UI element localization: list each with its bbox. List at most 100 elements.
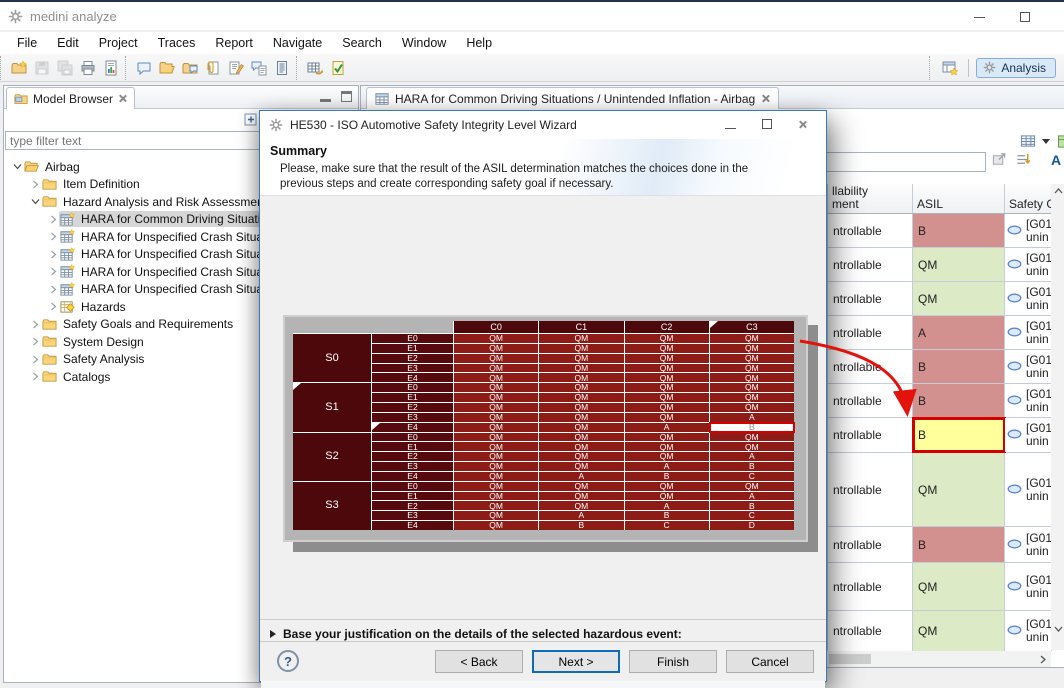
view-minimize-icon[interactable] — [320, 91, 331, 102]
chevron-right-icon[interactable] — [30, 372, 41, 381]
chevron-right-icon[interactable] — [30, 180, 41, 189]
hazard-row[interactable]: ntrollableQM[G01unin — [828, 282, 1051, 316]
asil-cell[interactable]: B — [913, 527, 1005, 562]
matrix-exposure-s2-e3[interactable]: E3 — [372, 462, 453, 471]
matrix-value-cell[interactable]: QM — [454, 511, 538, 520]
print-icon[interactable] — [76, 57, 99, 78]
matrix-exposure-s3-e1[interactable]: E1 — [372, 492, 453, 501]
matrix-exposure-s0-e1[interactable]: E1 — [372, 344, 453, 353]
dialog-minimize-button[interactable] — [725, 118, 736, 132]
matrix-exposure-s2-e1[interactable]: E1 — [372, 442, 453, 451]
matrix-value-cell[interactable]: QM — [539, 364, 623, 373]
scroll-right-icon[interactable] — [1035, 655, 1051, 664]
safety-goal-cell[interactable]: [G01unin — [1005, 418, 1052, 452]
matrix-value-cell[interactable]: QM — [539, 373, 623, 382]
matrix-value-cell[interactable]: B — [625, 472, 709, 481]
matrix-exposure-s0-e4[interactable]: E4 — [372, 373, 453, 382]
matrix-value-cell[interactable]: QM — [539, 452, 623, 461]
asil-cell[interactable]: QM — [913, 248, 1005, 281]
matrix-value-cell[interactable]: QM — [539, 413, 623, 422]
menu-file[interactable]: File — [7, 33, 47, 53]
safety-goal-cell[interactable]: [G01unin — [1005, 316, 1052, 349]
matrix-exposure-s2-e4[interactable]: E4 — [372, 472, 453, 481]
controllability-cell[interactable]: ntrollable — [828, 248, 913, 281]
controllability-cell[interactable]: ntrollable — [828, 527, 913, 562]
safety-goal-cell[interactable]: [G01unin — [1005, 282, 1052, 315]
matrix-value-cell[interactable]: QM — [539, 462, 623, 471]
menu-report[interactable]: Report — [205, 33, 263, 53]
matrix-value-cell[interactable]: QM — [625, 364, 709, 373]
matrix-value-cell[interactable]: QM — [539, 344, 623, 353]
matrix-exposure-s3-e2[interactable]: E2 — [372, 501, 453, 510]
column-header-controllability[interactable]: llabilityment — [828, 184, 913, 213]
menu-traces[interactable]: Traces — [148, 33, 206, 53]
attachment-icon[interactable] — [201, 57, 224, 78]
scroll-down-icon[interactable] — [1051, 622, 1064, 636]
matrix-value-cell[interactable]: QM — [710, 403, 794, 412]
controllability-cell[interactable]: ntrollable — [828, 563, 913, 610]
matrix-exposure-s1-e0[interactable]: E0 — [372, 383, 453, 392]
matrix-value-cell[interactable]: QM — [625, 433, 709, 442]
matrix-row-group-s0[interactable]: S0 — [293, 334, 371, 382]
matrix-exposure-s3-e3[interactable]: E3 — [372, 511, 453, 520]
matrix-value-cell[interactable]: QM — [710, 442, 794, 451]
matrix-value-cell[interactable]: QM — [710, 334, 794, 343]
dialog-maximize-button[interactable] — [762, 118, 772, 132]
asil-cell[interactable]: QM — [913, 453, 1005, 526]
matrix-value-cell[interactable]: QM — [710, 482, 794, 491]
matrix-value-cell[interactable]: QM — [454, 442, 538, 451]
matrix-exposure-s3-e4[interactable]: E4 — [372, 521, 453, 530]
matrix-value-cell[interactable]: QM — [539, 423, 623, 432]
matrix-value-cell[interactable]: QM — [710, 364, 794, 373]
matrix-value-cell[interactable]: QM — [454, 482, 538, 491]
matrix-value-cell[interactable]: A — [539, 472, 623, 481]
matrix-value-cell[interactable]: C — [710, 511, 794, 520]
controllability-cell[interactable]: ntrollable — [828, 418, 913, 452]
matrix-value-cell[interactable]: A — [710, 413, 794, 422]
asil-cell[interactable]: QM — [913, 563, 1005, 610]
matrix-value-cell[interactable]: QM — [454, 383, 538, 392]
asil-cell[interactable]: QM — [913, 611, 1005, 651]
matrix-value-cell[interactable]: QM — [454, 521, 538, 530]
matrix-value-cell[interactable]: D — [710, 521, 794, 530]
matrix-row-group-s1[interactable]: S1 — [293, 383, 371, 431]
matrix-exposure-s0-e3[interactable]: E3 — [372, 364, 453, 373]
asil-cell[interactable]: A — [913, 316, 1005, 349]
hazard-row[interactable]: ntrollableB[G01unin — [828, 214, 1051, 248]
menu-help[interactable]: Help — [456, 33, 502, 53]
matrix-col-header-c3[interactable]: C3 — [710, 321, 794, 333]
matrix-value-cell[interactable]: A — [625, 462, 709, 471]
matrix-value-cell[interactable]: B — [539, 521, 623, 530]
matrix-value-cell[interactable]: B — [710, 462, 794, 471]
matrix-value-cell[interactable]: QM — [625, 403, 709, 412]
hazard-row[interactable]: ntrollableB[G01unin — [828, 350, 1051, 384]
matrix-exposure-s3-e0[interactable]: E0 — [372, 482, 453, 491]
matrix-row-group-s3[interactable]: S3 — [293, 482, 371, 530]
matrix-value-cell[interactable]: B — [710, 501, 794, 510]
matrix-value-cell[interactable]: QM — [454, 334, 538, 343]
matrix-value-cell[interactable]: QM — [454, 403, 538, 412]
export-icon[interactable] — [991, 152, 1007, 167]
matrix-value-cell[interactable]: QM — [454, 354, 538, 363]
menu-search[interactable]: Search — [332, 33, 392, 53]
edit-assessment-icon[interactable] — [224, 57, 247, 78]
hazard-row[interactable]: ntrollableQM[G01unin — [828, 563, 1051, 611]
hazard-row[interactable]: ntrollableQM[G01unin — [828, 453, 1051, 527]
matrix-exposure-s0-e2[interactable]: E2 — [372, 354, 453, 363]
hazard-row[interactable]: ntrollableB[G01unin — [828, 418, 1051, 453]
matrix-value-cell[interactable]: QM — [539, 334, 623, 343]
clipped-toolbar-icon[interactable] — [1057, 134, 1064, 150]
close-tab-icon[interactable] — [118, 94, 127, 103]
asil-cell[interactable]: QM — [913, 282, 1005, 315]
controllability-cell[interactable]: ntrollable — [828, 214, 913, 247]
matrix-value-cell[interactable]: QM — [710, 383, 794, 392]
review-document-icon[interactable] — [247, 57, 270, 78]
next-button[interactable]: Next > — [532, 650, 620, 673]
scrollbar-thumb[interactable] — [829, 654, 871, 664]
matrix-col-header-c1[interactable]: C1 — [539, 321, 623, 333]
task-check-icon[interactable] — [326, 57, 349, 78]
matrix-value-cell[interactable]: QM — [454, 492, 538, 501]
matrix-value-cell[interactable]: QM — [625, 482, 709, 491]
matrix-value-cell[interactable]: QM — [454, 452, 538, 461]
matrix-value-cell[interactable]: QM — [625, 344, 709, 353]
